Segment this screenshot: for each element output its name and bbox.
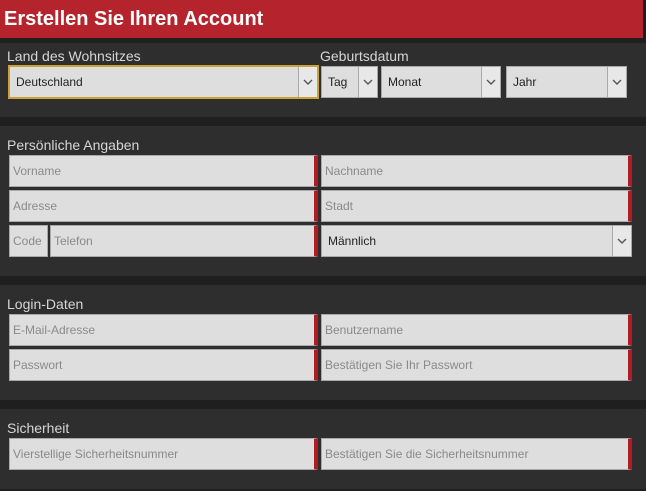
- birth-year-value: Jahr: [513, 75, 537, 89]
- country-value: Deutschland: [16, 75, 83, 89]
- birthdate-label: Geburtsdatum: [320, 48, 409, 64]
- page-title: Erstellen Sie Ihren Account: [0, 0, 643, 38]
- country-select[interactable]: Deutschland: [9, 66, 318, 98]
- section-personal: Persönliche Angaben Vorname Nachname Adr…: [0, 126, 646, 276]
- birth-month-value: Monat: [388, 75, 422, 89]
- address-field[interactable]: Adresse: [9, 190, 318, 222]
- confirm-security-pin-field[interactable]: Bestätigen Sie die Sicherheitsnummer: [321, 438, 632, 470]
- email-field[interactable]: E-Mail-Adresse: [9, 314, 318, 346]
- residence-label: Land des Wohnsitzes: [7, 48, 141, 64]
- chevron-down-icon: [481, 67, 500, 97]
- security-pin-field[interactable]: Vierstellige Sicherheitsnummer: [9, 438, 318, 470]
- chevron-down-icon: [358, 67, 377, 97]
- section-login: Login-Daten E-Mail-Adresse Benutzername …: [0, 285, 646, 400]
- chevron-down-icon: [607, 67, 626, 97]
- security-label: Sicherheit: [7, 420, 70, 436]
- section-security: Sicherheit Vierstellige Sicherheitsnumme…: [0, 409, 646, 489]
- gender-value: Männlich: [328, 234, 377, 248]
- chevron-down-icon: [612, 226, 631, 256]
- birth-month-select[interactable]: Monat: [381, 66, 501, 98]
- phone-field[interactable]: Telefon: [50, 225, 318, 257]
- password-field[interactable]: Passwort: [9, 349, 318, 381]
- birth-year-select[interactable]: Jahr: [506, 66, 627, 98]
- chevron-down-icon: [298, 67, 317, 97]
- last-name-field[interactable]: Nachname: [321, 155, 632, 187]
- section-residence-birthdate: Land des Wohnsitzes Geburtsdatum Deutsch…: [0, 43, 646, 117]
- phone-code-field[interactable]: Code: [9, 225, 48, 257]
- username-field[interactable]: Benutzername: [321, 314, 632, 346]
- first-name-field[interactable]: Vorname: [9, 155, 318, 187]
- confirm-password-field[interactable]: Bestätigen Sie Ihr Passwort: [321, 349, 632, 381]
- gender-select[interactable]: Männlich: [321, 225, 632, 257]
- birth-day-select[interactable]: Tag: [321, 66, 378, 98]
- login-label: Login-Daten: [7, 296, 84, 312]
- birth-day-value: Tag: [328, 75, 348, 89]
- personal-label: Persönliche Angaben: [7, 137, 140, 153]
- city-field[interactable]: Stadt: [321, 190, 632, 222]
